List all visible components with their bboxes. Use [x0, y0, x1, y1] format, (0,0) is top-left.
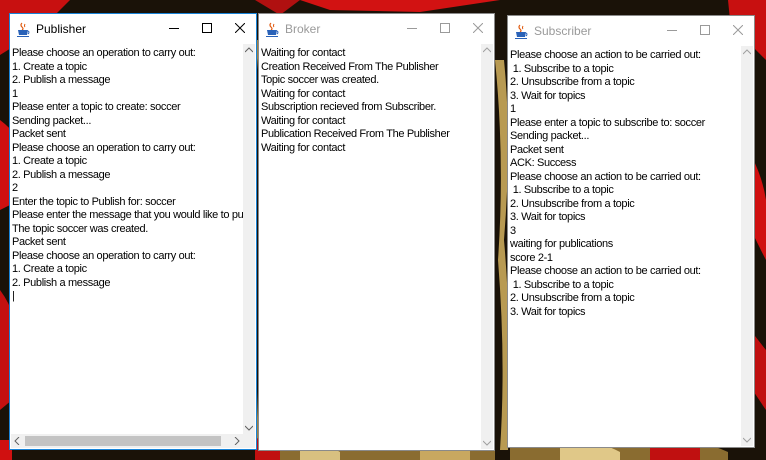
console-line: score 2-1 [510, 251, 553, 264]
maximize-button[interactable] [190, 14, 223, 44]
console-line: Please enter a topic to create: soccer [12, 101, 181, 113]
vertical-scrollbar[interactable] [741, 46, 753, 446]
console-output: Please choose an action to be carried ou… [510, 49, 705, 319]
java-cup-icon [17, 22, 30, 37]
maximize-icon [699, 22, 710, 40]
console-line: 2 [12, 182, 18, 194]
subscriber-window[interactable]: Subscriber Please choose an action to be… [507, 15, 755, 448]
console-line: Please enter a topic to subscribe to: so… [510, 116, 705, 129]
console-line: Sending packet... [12, 114, 92, 127]
scroll-down-arrow-icon[interactable] [481, 437, 493, 449]
console-line: 2. Publish a message [12, 276, 111, 289]
window-title: Publisher [36, 22, 87, 36]
console-line: Subscription recieved from Subscriber. [261, 101, 437, 113]
maximize-button[interactable] [688, 16, 721, 46]
minimize-icon [666, 22, 677, 40]
console-line: The topic soccer was created. [12, 222, 148, 235]
console-line: Packet sent [510, 143, 564, 156]
java-cup-icon [515, 24, 528, 39]
scroll-corner [243, 434, 255, 448]
subscriber-console[interactable]: Please choose an action to be carried ou… [509, 46, 753, 446]
console-line: Topic soccer was created. [261, 74, 379, 86]
console-line: Waiting for contact [261, 114, 346, 127]
console-line: 1 [12, 87, 18, 100]
console-line: Waiting for contact [261, 141, 346, 154]
close-icon [234, 20, 245, 38]
console-line: Please choose an operation to carry out: [12, 141, 196, 154]
console-line: Packet sent [12, 128, 66, 140]
close-button[interactable] [223, 14, 256, 44]
broker-console[interactable]: Waiting for contact Creation Received Fro… [260, 44, 493, 449]
horizontal-scroll-thumb[interactable] [25, 436, 221, 446]
minimize-icon [168, 20, 179, 38]
scroll-up-arrow-icon[interactable] [741, 46, 753, 58]
console-output: Please choose an operation to carry out:… [12, 47, 255, 304]
console-line: Waiting for contact [261, 87, 346, 100]
console-line: 2. Unsubscribe from a topic [510, 292, 635, 304]
console-line: Packet sent [12, 236, 66, 248]
console-output: Waiting for contact Creation Received Fro… [261, 47, 450, 155]
horizontal-scrollbar[interactable] [11, 434, 243, 448]
console-line: 2. Publish a message [12, 74, 111, 86]
console-line: ACK: Success [510, 157, 577, 169]
scroll-left-arrow-icon[interactable] [11, 435, 23, 447]
console-line: Enter the topic to Publish for: soccer [12, 195, 176, 208]
console-line: Sending packet... [510, 130, 590, 142]
console-line: Please choose an action to be carried ou… [510, 49, 701, 61]
scroll-down-arrow-icon[interactable] [741, 434, 753, 446]
window-title: Subscriber [534, 24, 592, 38]
publisher-titlebar[interactable]: Publisher [10, 14, 256, 44]
maximize-button[interactable] [428, 14, 461, 44]
broker-window[interactable]: Broker Waiting for contact Creation Recei… [258, 13, 495, 451]
close-button[interactable] [461, 14, 494, 44]
scroll-up-arrow-icon[interactable] [243, 44, 255, 56]
console-line: Creation Received From The Publisher [261, 60, 439, 73]
subscriber-titlebar[interactable]: Subscriber [508, 16, 754, 46]
maximize-icon [439, 20, 450, 38]
console-line: 1. Subscribe to a topic [510, 62, 614, 75]
scroll-right-arrow-icon[interactable] [231, 435, 243, 447]
console-line: 1. Create a topic [12, 60, 87, 73]
console-line: Please choose an action to be carried ou… [510, 170, 701, 183]
console-line: 1. Subscribe to a topic [510, 278, 614, 291]
console-line: Publication Received From The Publisher [261, 128, 450, 140]
minimize-button[interactable] [655, 16, 688, 46]
minimize-button[interactable] [157, 14, 190, 44]
close-button[interactable] [721, 16, 754, 46]
console-line: 3 [510, 224, 516, 237]
console-line: Please choose an operation to carry out: [12, 249, 196, 262]
console-line: 3. Wait for topics [510, 305, 586, 318]
console-line: Please enter the message that you would … [12, 209, 255, 221]
console-line: waiting for publications [510, 238, 613, 250]
console-line: 1. Create a topic [12, 263, 87, 275]
console-line: 3. Wait for topics [510, 89, 586, 102]
publisher-console[interactable]: Please choose an operation to carry out:… [11, 44, 255, 448]
broker-titlebar[interactable]: Broker [259, 14, 494, 44]
window-title: Broker [285, 22, 321, 36]
console-line: Waiting for contact [261, 47, 346, 59]
console-line: 1. Create a topic [12, 155, 87, 167]
minimize-button[interactable] [395, 14, 428, 44]
console-line: 2. Unsubscribe from a topic [510, 76, 635, 88]
console-line: Please choose an operation to carry out: [12, 47, 196, 59]
close-icon [472, 20, 483, 38]
scroll-down-arrow-icon[interactable] [243, 422, 255, 434]
maximize-icon [201, 20, 212, 38]
console-line: 1 [510, 103, 516, 115]
publisher-window[interactable]: Publisher Please choose an operation to … [9, 13, 257, 450]
console-line: 2. Unsubscribe from a topic [510, 197, 635, 210]
close-icon [732, 22, 743, 40]
vertical-scrollbar[interactable] [243, 44, 255, 434]
console-line: 1. Subscribe to a topic [510, 184, 614, 196]
console-line: Please choose an action to be carried ou… [510, 265, 701, 277]
scroll-up-arrow-icon[interactable] [481, 44, 493, 56]
console-line: 3. Wait for topics [510, 211, 586, 223]
java-cup-icon [266, 22, 279, 37]
minimize-icon [406, 20, 417, 38]
console-line: | [12, 290, 15, 302]
vertical-scrollbar[interactable] [481, 44, 493, 449]
console-line: 2. Publish a message [12, 168, 111, 181]
